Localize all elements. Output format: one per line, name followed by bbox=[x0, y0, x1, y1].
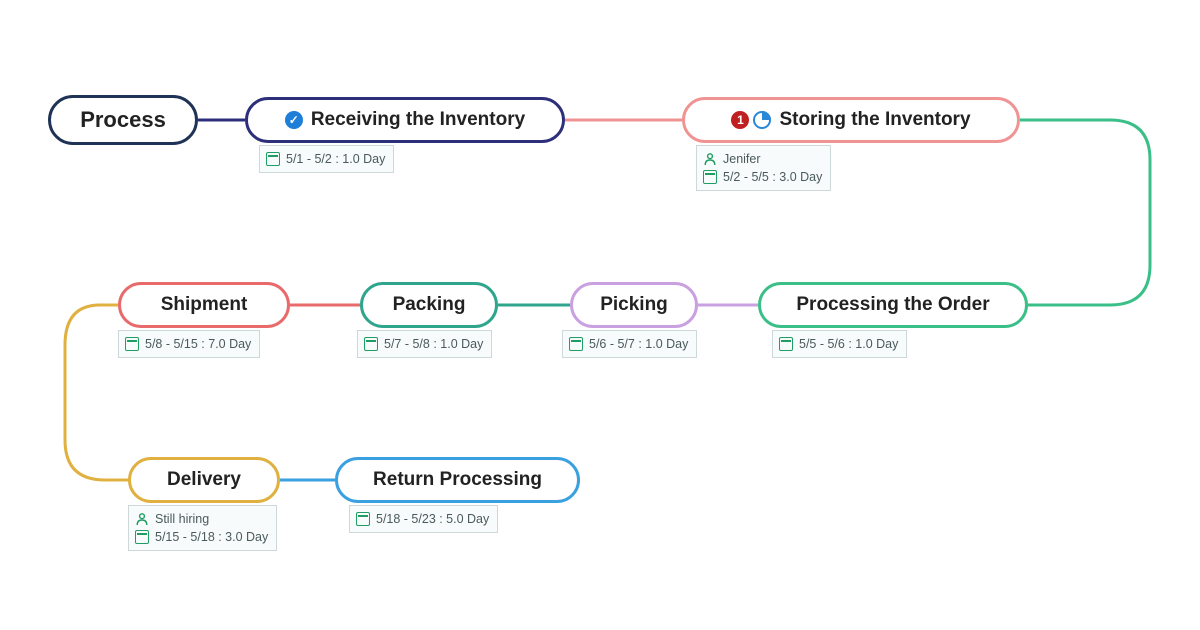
info-processing-date: 5/5 - 5/6 : 1.0 Day bbox=[799, 335, 898, 353]
person-icon bbox=[703, 152, 717, 166]
node-storing[interactable]: 1 Storing the Inventory bbox=[682, 97, 1020, 143]
info-return: 5/18 - 5/23 : 5.0 Day bbox=[349, 505, 498, 533]
storing-icons: 1 bbox=[731, 111, 771, 129]
info-storing-assignee: Jenifer bbox=[723, 150, 761, 168]
info-receiving-date: 5/1 - 5/2 : 1.0 Day bbox=[286, 150, 385, 168]
info-shipment-date: 5/8 - 5/15 : 7.0 Day bbox=[145, 335, 251, 353]
node-shipment-label: Shipment bbox=[161, 294, 248, 316]
info-packing: 5/7 - 5/8 : 1.0 Day bbox=[357, 330, 492, 358]
info-shipment: 5/8 - 5/15 : 7.0 Day bbox=[118, 330, 260, 358]
node-receiving-label: Receiving the Inventory bbox=[311, 109, 525, 131]
calendar-icon bbox=[125, 337, 139, 351]
info-storing-date: 5/2 - 5/5 : 3.0 Day bbox=[723, 168, 822, 186]
node-processing-label: Processing the Order bbox=[796, 294, 989, 316]
node-packing[interactable]: Packing bbox=[360, 282, 498, 328]
person-icon bbox=[135, 512, 149, 526]
info-receiving: 5/1 - 5/2 : 1.0 Day bbox=[259, 145, 394, 173]
node-process-label: Process bbox=[80, 107, 166, 133]
info-packing-date: 5/7 - 5/8 : 1.0 Day bbox=[384, 335, 483, 353]
calendar-icon bbox=[779, 337, 793, 351]
info-processing: 5/5 - 5/6 : 1.0 Day bbox=[772, 330, 907, 358]
calendar-icon bbox=[266, 152, 280, 166]
node-storing-label: Storing the Inventory bbox=[779, 109, 970, 131]
node-shipment[interactable]: Shipment bbox=[118, 282, 290, 328]
calendar-icon bbox=[135, 530, 149, 544]
node-return[interactable]: Return Processing bbox=[335, 457, 580, 503]
calendar-icon bbox=[364, 337, 378, 351]
check-icon: ✓ bbox=[285, 111, 303, 129]
info-picking: 5/6 - 5/7 : 1.0 Day bbox=[562, 330, 697, 358]
node-delivery[interactable]: Delivery bbox=[128, 457, 280, 503]
info-delivery: Still hiring 5/15 - 5/18 : 3.0 Day bbox=[128, 505, 277, 551]
info-return-date: 5/18 - 5/23 : 5.0 Day bbox=[376, 510, 489, 528]
calendar-icon bbox=[356, 512, 370, 526]
node-packing-label: Packing bbox=[393, 294, 466, 316]
progress-pie-icon bbox=[753, 111, 771, 129]
node-receiving[interactable]: ✓ Receiving the Inventory bbox=[245, 97, 565, 143]
node-picking[interactable]: Picking bbox=[570, 282, 698, 328]
info-delivery-assignee: Still hiring bbox=[155, 510, 209, 528]
node-process[interactable]: Process bbox=[48, 95, 198, 145]
calendar-icon bbox=[569, 337, 583, 351]
node-return-label: Return Processing bbox=[373, 469, 542, 491]
info-picking-date: 5/6 - 5/7 : 1.0 Day bbox=[589, 335, 688, 353]
info-storing: Jenifer 5/2 - 5/5 : 3.0 Day bbox=[696, 145, 831, 191]
node-processing[interactable]: Processing the Order bbox=[758, 282, 1028, 328]
calendar-icon bbox=[703, 170, 717, 184]
node-picking-label: Picking bbox=[600, 294, 668, 316]
node-delivery-label: Delivery bbox=[167, 469, 241, 491]
info-delivery-date: 5/15 - 5/18 : 3.0 Day bbox=[155, 528, 268, 546]
priority-badge-icon: 1 bbox=[731, 111, 749, 129]
